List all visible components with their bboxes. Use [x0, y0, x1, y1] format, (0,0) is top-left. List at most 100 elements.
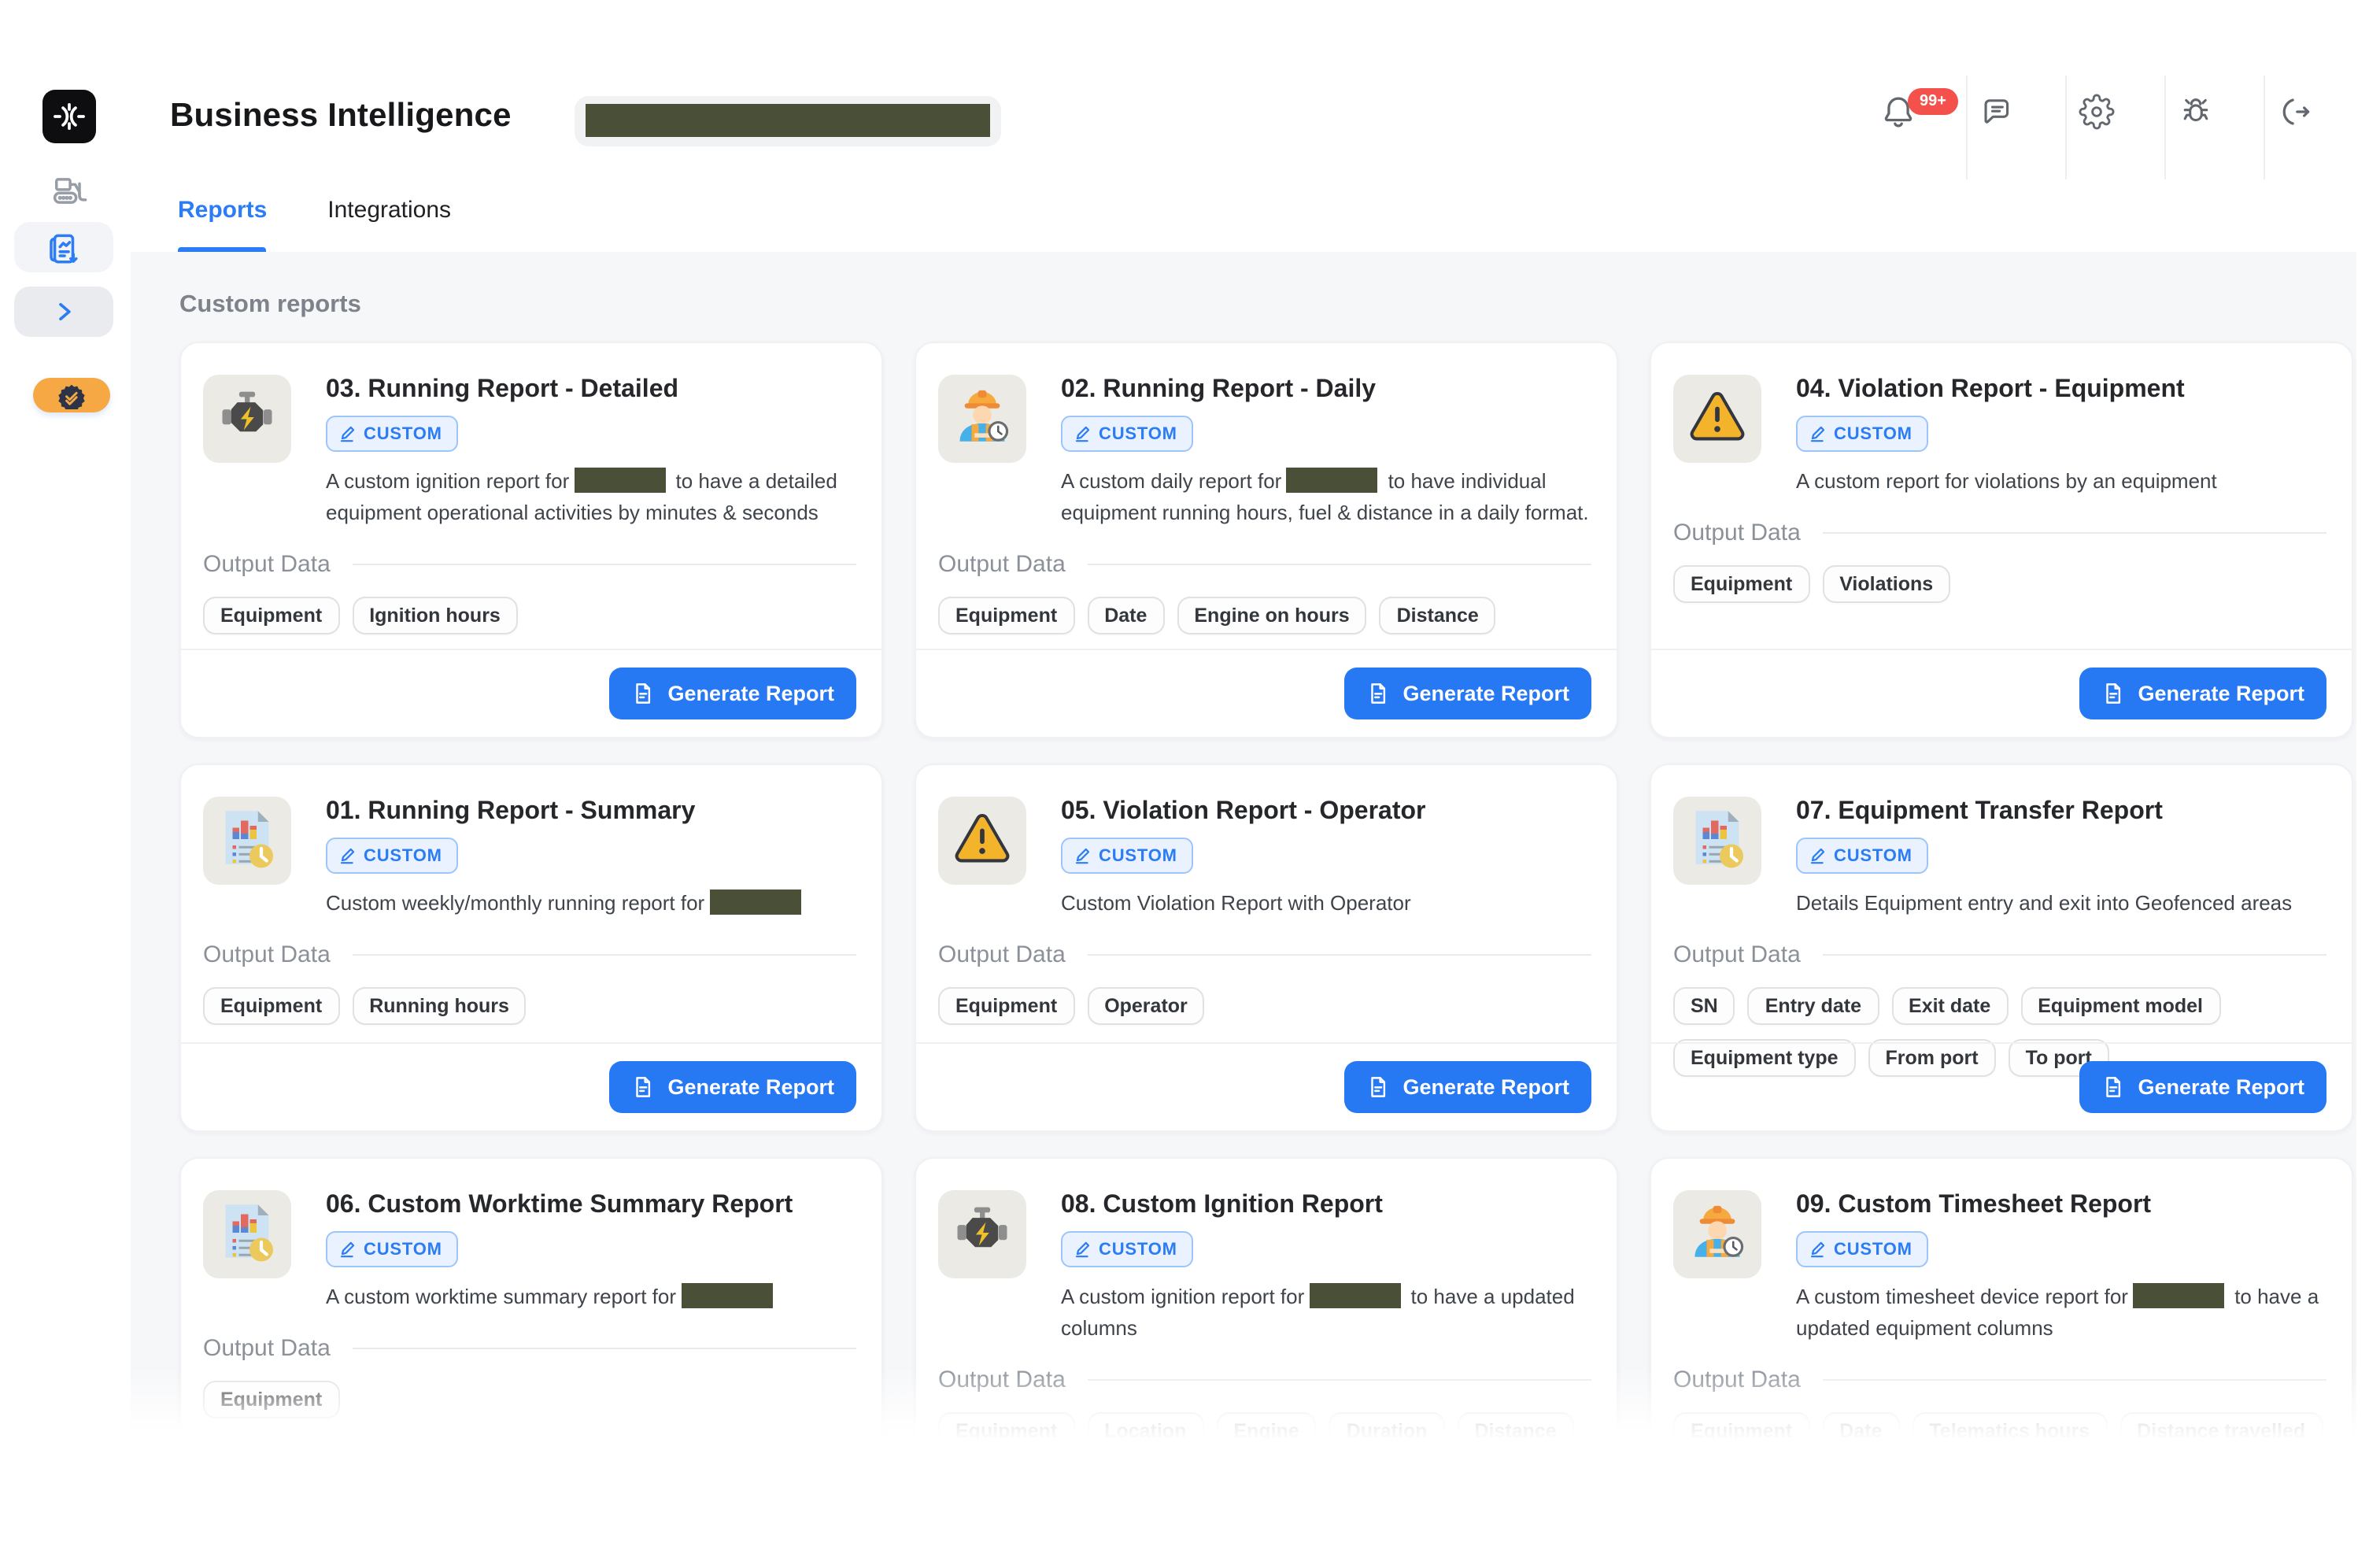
output-data-chip: Operator [1087, 987, 1205, 1025]
output-data-chip: Equipment [1673, 1412, 1809, 1441]
output-data-chip: SN [1673, 987, 1735, 1025]
output-data-label: Output Data [1673, 520, 1801, 546]
report-title: 07. Equipment Transfer Report [1796, 797, 2326, 828]
sidebar [0, 0, 132, 1441]
pencil-icon [1074, 425, 1091, 442]
main-area: Business Intelligence [131, 0, 2380, 1441]
report-title: 08. Custom Ignition Report [1061, 1190, 1591, 1222]
card-footer: Generate Report [1651, 649, 2352, 737]
card-footer: Generate Report [181, 1042, 881, 1130]
divider [353, 1348, 856, 1349]
generate-report-label: Generate Report [1402, 682, 1569, 705]
page-title: Business Intelligence [170, 98, 512, 135]
custom-badge-label: CUSTOM [1099, 424, 1177, 443]
sidebar-item-quality[interactable] [33, 378, 110, 412]
pencil-icon [1809, 425, 1826, 442]
output-data-chip: Running hours [352, 987, 527, 1025]
card-footer: Generate Report [181, 649, 881, 737]
warning-icon [952, 807, 1012, 875]
custom-badge: CUSTOM [1796, 416, 1928, 452]
chevron-right-icon [48, 296, 79, 327]
tab-integrations[interactable]: Integrations [327, 197, 451, 224]
search-input[interactable] [575, 96, 1001, 146]
gear-check-icon [58, 382, 85, 409]
generate-report-button[interactable]: Generate Report [2079, 1061, 2326, 1113]
report-description: A custom timesheet device report for to … [1796, 1282, 2326, 1344]
output-data-chip: Engine [1216, 1412, 1316, 1441]
logo-icon [49, 96, 90, 137]
document-icon [1366, 1075, 1390, 1099]
debug-button[interactable] [2178, 94, 2214, 130]
output-data-chips: EquipmentRunning hours [181, 968, 881, 1025]
card-footer: Generate Report [916, 1042, 1617, 1130]
tab-reports[interactable]: Reports [178, 197, 267, 224]
card-header: 08. Custom Ignition Report CUSTOM A cust… [916, 1159, 1617, 1344]
report-description: A custom ignition report for to have a u… [1061, 1282, 1591, 1344]
sidebar-item-reports[interactable] [14, 222, 113, 272]
report-title: 02. Running Report - Daily [1061, 375, 1591, 406]
report-card: 04. Violation Report - Equipment CUSTOM … [1650, 342, 2353, 738]
output-data-chips: EquipmentViolations [1651, 546, 2352, 603]
logout-button[interactable] [2277, 94, 2313, 130]
custom-badge-label: CUSTOM [364, 1240, 442, 1259]
report-title: 04. Violation Report - Equipment [1796, 375, 2326, 406]
card-header: 07. Equipment Transfer Report CUSTOM Det… [1651, 765, 2352, 919]
report-icon-tile [1673, 1190, 1761, 1278]
output-data-chip: Equipment [1673, 565, 1809, 603]
generate-report-button[interactable]: Generate Report [2079, 668, 2326, 719]
card-footer: Generate Report [916, 649, 1617, 737]
card-header: 01. Running Report - Summary CUSTOM Cust… [181, 765, 881, 919]
output-data-chips: EquipmentIgnition hours [181, 578, 881, 634]
generate-report-button[interactable]: Generate Report [609, 1061, 856, 1113]
sidebar-collapse-button[interactable] [14, 287, 113, 337]
output-data-chip: Distance [1458, 1412, 1574, 1441]
divider [1966, 76, 1968, 179]
app-logo[interactable] [42, 90, 96, 143]
generate-report-button[interactable]: Generate Report [1344, 668, 1591, 719]
report-card: 07. Equipment Transfer Report CUSTOM Det… [1650, 764, 2353, 1132]
report-icon-tile [203, 797, 291, 885]
feedback-button[interactable] [1979, 94, 2016, 130]
custom-badge: CUSTOM [326, 838, 458, 874]
report-card: 06. Custom Worktime Summary Report CUSTO… [179, 1157, 883, 1441]
settings-button[interactable] [2079, 94, 2115, 130]
output-data-label: Output Data [1673, 941, 1801, 968]
output-data-chip: Entry date [1748, 987, 1879, 1025]
app-window: Business Intelligence [0, 0, 2380, 1441]
generate-report-label: Generate Report [667, 1075, 834, 1099]
output-data-chips: EquipmentDateEngine on hoursDistance [916, 578, 1617, 634]
redacted-text [681, 1283, 772, 1308]
custom-badge: CUSTOM [326, 416, 458, 452]
divider [353, 954, 856, 956]
document-icon [1366, 682, 1390, 705]
output-data-chip: Equipment [938, 1412, 1074, 1441]
worker-icon [952, 385, 1012, 453]
output-data-label: Output Data [203, 551, 331, 578]
card-footer: Generate Report [1651, 1042, 2352, 1130]
chat-icon [1979, 94, 2014, 128]
sidebar-item-equipment[interactable] [49, 170, 90, 211]
output-data-chip: Duration [1329, 1412, 1445, 1441]
generate-report-button[interactable]: Generate Report [1344, 1061, 1591, 1113]
report-card: 08. Custom Ignition Report CUSTOM A cust… [915, 1157, 1618, 1441]
pencil-icon [338, 1241, 356, 1258]
redacted-text [574, 468, 665, 493]
custom-badge-label: CUSTOM [364, 846, 442, 865]
custom-badge: CUSTOM [1796, 838, 1928, 874]
pencil-icon [338, 847, 356, 864]
custom-badge: CUSTOM [1061, 1231, 1193, 1267]
cards-grid: 03. Running Report - Detailed CUSTOM A c… [179, 342, 2380, 1441]
equipment-icon [49, 170, 90, 211]
custom-badge: CUSTOM [1061, 416, 1193, 452]
report-icon-tile [1673, 375, 1761, 463]
card-header: 09. Custom Timesheet Report CUSTOM A cus… [1651, 1159, 2352, 1344]
notification-count-badge: 99+ [1908, 88, 1958, 115]
generate-report-button[interactable]: Generate Report [609, 668, 856, 719]
custom-badge-label: CUSTOM [364, 424, 442, 443]
card-header: 02. Running Report - Daily CUSTOM A cust… [916, 343, 1617, 529]
report-title: 09. Custom Timesheet Report [1796, 1190, 2326, 1222]
pencil-icon [1074, 847, 1091, 864]
custom-badge-label: CUSTOM [1099, 1240, 1177, 1259]
divider [353, 564, 856, 565]
report-icon-tile [203, 375, 291, 463]
